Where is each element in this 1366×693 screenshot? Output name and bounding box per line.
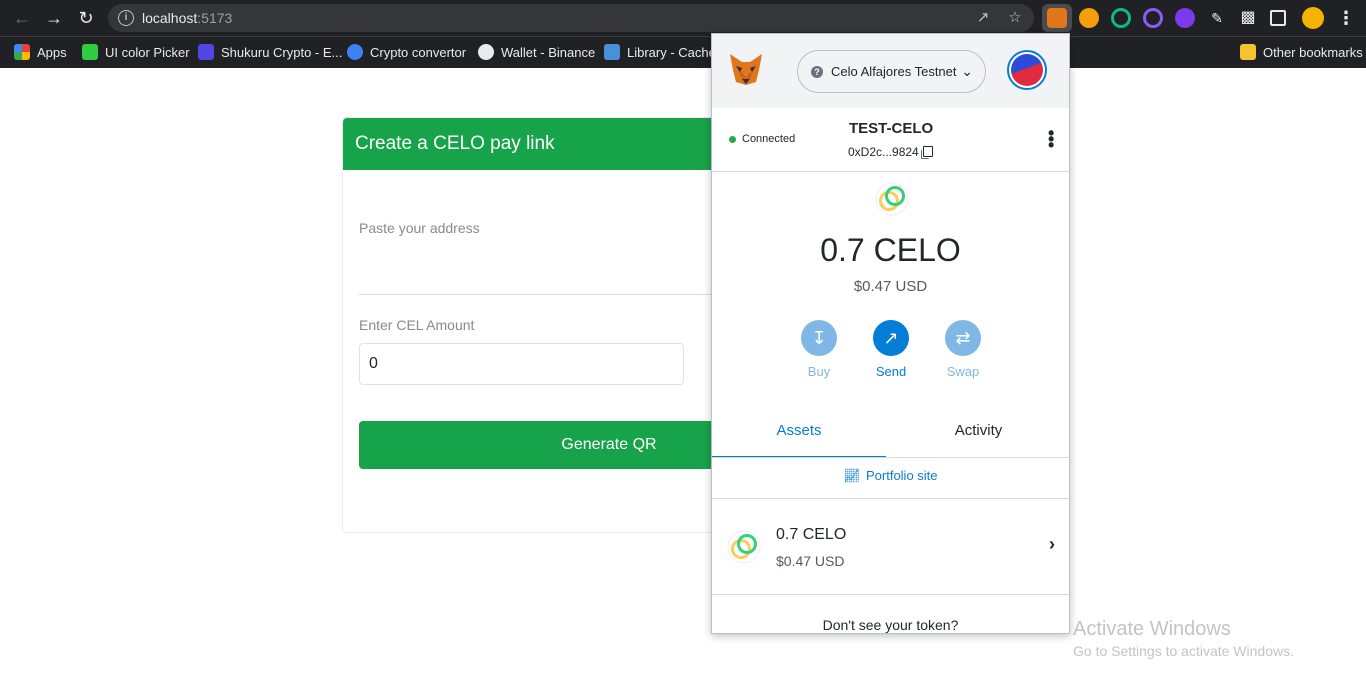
bookmark-ui-color-picker[interactable]: UI color Picker (82, 43, 190, 63)
divider (712, 594, 1069, 595)
account-address[interactable]: 0xD2c...9824 (848, 145, 933, 159)
buy-label: Buy (807, 364, 831, 379)
amount-input[interactable]: 0 (359, 343, 684, 385)
celo-asset-icon (727, 530, 761, 564)
account-name: TEST-CELO (849, 120, 934, 137)
reload-icon[interactable]: ↻ (74, 6, 98, 30)
url-text: localhost:5173 (142, 10, 233, 26)
metamask-fox-icon (730, 54, 762, 85)
asset-amount[interactable]: 0.7 CELO (776, 526, 846, 544)
metamask-popup: ? Celo Alfajores Testnet ⌄ Connected TES… (711, 33, 1070, 634)
address-bar[interactable]: i localhost:5173 ↗ ☆ (108, 4, 1034, 32)
generate-qr-button[interactable]: Generate QR (359, 421, 739, 469)
account-row: Connected TEST-CELO 0xD2c...9824 • • • (712, 108, 1069, 172)
back-icon[interactable]: ← (10, 6, 34, 30)
account-identicon (1011, 54, 1043, 86)
arrow-up-right-icon: ↗ (873, 320, 909, 356)
chevron-right-icon[interactable]: › (1049, 534, 1055, 555)
asset-tabs: Assets Activity (712, 414, 1069, 458)
tab-assets[interactable]: Assets (712, 414, 886, 458)
forward-icon[interactable]: → (42, 6, 66, 30)
bookmark-crypto-convertor[interactable]: Crypto convertor (347, 43, 466, 63)
card-title: Create a CELO pay link (343, 118, 741, 170)
divider (712, 498, 1069, 499)
connection-status[interactable]: Connected (742, 133, 795, 145)
extension-ghost-icon[interactable] (1175, 8, 1195, 28)
color-picker-icon (82, 44, 98, 60)
tabs-divider (712, 457, 1069, 458)
address-label: Paste your address (359, 220, 480, 236)
chevron-down-icon: ⌄ (961, 63, 973, 79)
tab-activity[interactable]: Activity (886, 414, 1069, 458)
connected-status-icon (729, 136, 736, 143)
celo-token-icon (875, 182, 909, 216)
globe-icon (478, 44, 494, 60)
portfolio-site-link[interactable]: 📈︎ Portfolio site (712, 468, 1069, 484)
menu-kebab-icon[interactable]: ⋮ (1334, 6, 1358, 30)
network-question-icon: ? (811, 66, 823, 78)
extension-p-icon[interactable] (1079, 8, 1099, 28)
bookmark-apps[interactable]: Apps (14, 43, 67, 63)
buy-button[interactable]: ↧ Buy (789, 320, 849, 379)
amount-label: Enter CEL Amount (359, 317, 475, 333)
swap-button[interactable]: ⇄ Swap (933, 320, 993, 379)
account-avatar[interactable] (1007, 50, 1047, 90)
metamask-fox-icon[interactable] (1047, 8, 1067, 28)
folder-icon (1240, 44, 1256, 60)
extension-pen-icon[interactable]: ✎ (1207, 8, 1227, 28)
windows-activation-subtitle: Go to Settings to activate Windows. (1073, 643, 1294, 659)
download-icon: ↧ (801, 320, 837, 356)
swap-icon: ⇄ (945, 320, 981, 356)
bookmark-shukuru-crypto[interactable]: Shukuru Crypto - E... (198, 43, 342, 63)
bookmark-wallet-binance[interactable]: Wallet - Binance (478, 43, 595, 63)
bookmark-star-icon[interactable]: ☆ (1006, 9, 1024, 27)
apps-grid-icon (14, 44, 30, 60)
balance-usd: $0.47 USD (853, 278, 928, 295)
webflow-icon (198, 44, 214, 60)
address-field-underline[interactable] (359, 294, 739, 295)
convertor-icon (347, 44, 363, 60)
windows-activation-title: Activate Windows (1073, 618, 1231, 640)
pay-link-card: Create a CELO pay link Paste your addres… (342, 117, 742, 533)
extensions-puzzle-icon[interactable]: ▩ (1238, 8, 1258, 28)
bookmark-other[interactable]: Other bookmarks (1240, 43, 1363, 63)
chart-icon: 📈︎ (843, 468, 860, 483)
bookmark-library-cacher[interactable]: Library - Cacher (604, 43, 720, 63)
side-panel-icon[interactable] (1270, 10, 1286, 26)
site-info-icon[interactable]: i (118, 10, 134, 26)
swap-label: Swap (946, 364, 980, 379)
send-button[interactable]: ↗ Send (861, 320, 921, 379)
copy-icon[interactable] (922, 146, 933, 157)
browser-toolbar: ← → ↻ i localhost:5173 ↗ ☆ ✎ ▩ ⋮ (0, 0, 1366, 36)
share-icon[interactable]: ↗ (974, 9, 992, 27)
metamask-header: ? Celo Alfajores Testnet ⌄ (712, 34, 1069, 108)
bookmarks-bar: Apps UI color Picker Shukuru Crypto - E.… (0, 36, 1366, 68)
dont-see-token-text: Don't see your token? (822, 617, 959, 633)
balance-amount: 0.7 CELO (820, 232, 961, 268)
profile-avatar[interactable] (1302, 7, 1324, 29)
extension-circle-icon[interactable] (1143, 8, 1163, 28)
network-name: Celo Alfajores Testnet (831, 64, 957, 79)
code-icon (604, 44, 620, 60)
asset-usd: $0.47 USD (776, 553, 845, 569)
network-selector[interactable]: ? Celo Alfajores Testnet ⌄ (797, 50, 986, 93)
account-options-icon[interactable]: • • • (1048, 124, 1054, 154)
extension-g-icon[interactable] (1111, 8, 1131, 28)
send-label: Send (875, 364, 907, 379)
